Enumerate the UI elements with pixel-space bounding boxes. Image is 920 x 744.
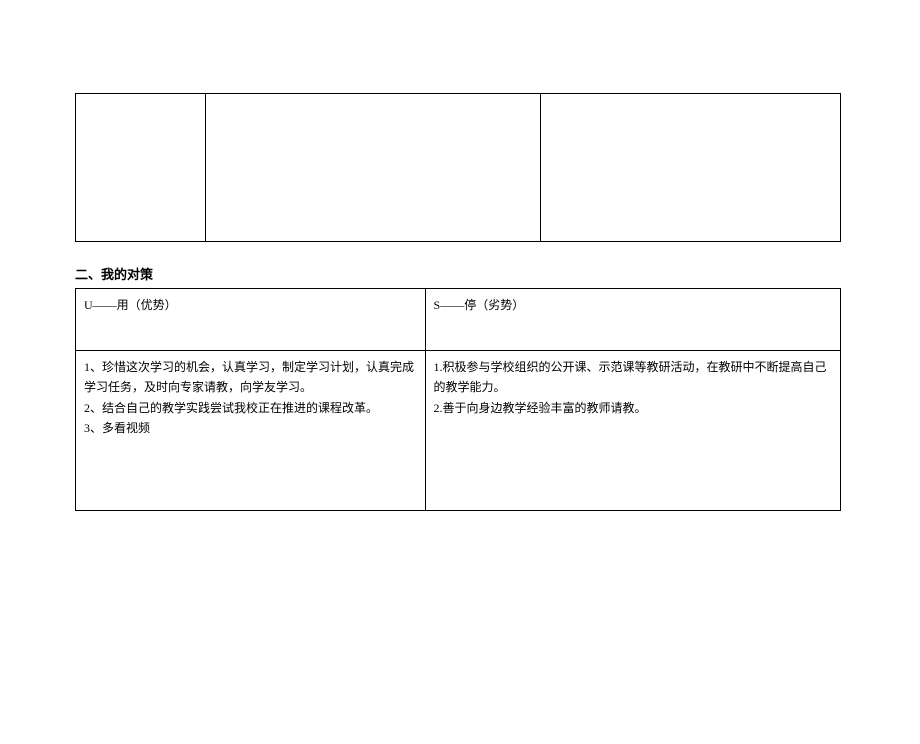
empty-cell (205, 94, 541, 242)
empty-cell (76, 94, 206, 242)
u-strategy-content: 1、珍惜这次学习的机会，认真学习，制定学习计划，认真完成学习任务，及时向专家请教… (76, 351, 426, 511)
document-page: 二、我的对策 U——用（优势） S——停（劣势） 1、珍惜这次学习的机会，认真学… (0, 93, 920, 511)
s-strategy-content: 1.积极参与学校组织的公开课、示范课等教研活动，在教研中不断提高自己的教学能力。… (425, 351, 840, 511)
strategy-table: U——用（优势） S——停（劣势） 1、珍惜这次学习的机会，认真学习，制定学习计… (75, 288, 841, 511)
empty-cell (541, 94, 841, 242)
section-title: 二、我的对策 (75, 264, 920, 283)
empty-table-top (75, 93, 841, 242)
u-strategy-header: U——用（优势） (76, 289, 426, 351)
s-strategy-header: S——停（劣势） (425, 289, 840, 351)
